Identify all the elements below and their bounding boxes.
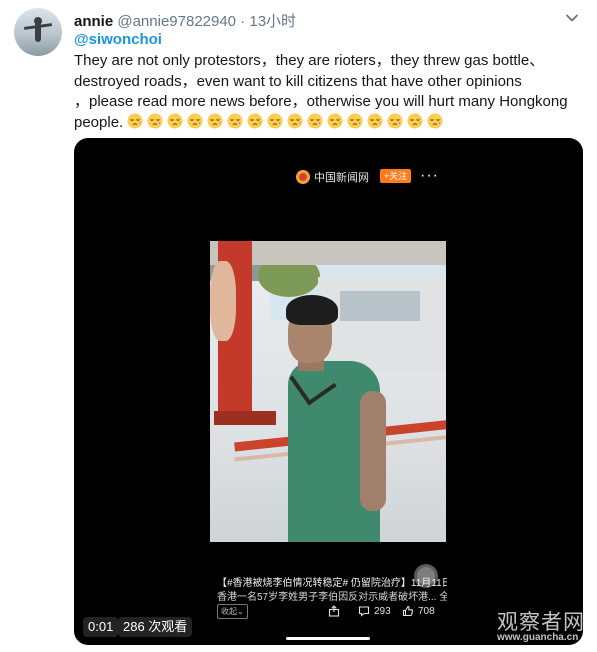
person-hair [286,295,338,325]
comment-count: 293 [374,605,391,617]
reply-mention[interactable]: @siwonchoi [74,31,162,48]
tweet-text-line: ，please read more news before，otherwise … [74,93,568,110]
sleepy-face-emoji [147,113,163,128]
tweet: annie @annie97822940 · 13小时 @siwonchoi T… [0,0,597,652]
video-caption-title: 【#香港被烧李伯情况转稳定# 仍留院治疗】11月11日， [217,578,447,589]
video-time-badge: 0:01 [83,617,119,637]
sleepy-face-emoji [307,113,323,128]
source-name: 中国新闻网 [314,172,369,184]
sleepy-face-emoji [367,113,383,128]
sleepy-face-emoji [287,113,303,128]
comment-action[interactable]: 293 [358,605,391,617]
chevron-down-icon[interactable] [563,9,581,27]
video-frame [210,241,446,542]
timestamp[interactable]: 13小时 [249,13,296,30]
phone-home-indicator [286,637,370,640]
sleepy-face-emoji [327,113,343,128]
watermark-url: www.guancha.cn [497,632,579,643]
like-action[interactable]: 708 [402,605,435,617]
separator: · [240,13,246,30]
share-action[interactable] [328,605,344,617]
sleepy-face-emoji [387,113,403,128]
view-count-badge: 286 次观看 [118,617,193,637]
tweet-text-line: people. [74,113,584,134]
sleepy-face-emoji [347,113,363,128]
sleepy-face-emoji [207,113,223,128]
sleepy-face-emoji [167,113,183,128]
tweet-header: annie @annie97822940 · 13小时 [74,10,296,31]
scene-pillar-base [214,411,276,425]
tweet-text-line: destroyed roads，even want to kill citize… [74,72,522,90]
comment-icon [358,606,370,617]
news-logo-icon [296,170,310,184]
sleepy-face-emoji [227,113,243,128]
video-source: 中国新闻网 [296,169,369,185]
sleepy-face-emoji [187,113,203,128]
share-icon [328,605,340,617]
sleepy-face-emoji [407,113,423,128]
tweet-text-line: They are not only protestors，they are ri… [74,52,545,69]
scene-foreground-blur [210,261,236,341]
video-player[interactable]: 中国新闻网 +关注 ··· 【#香港被烧李伯情况转稳定# 仍留院治疗】11月11… [74,138,583,645]
follow-button[interactable]: +关注 [380,169,412,183]
sleepy-face-emoji [267,113,283,128]
collapse-button[interactable]: 收起⌄ [217,604,248,619]
sleepy-face-emoji [247,113,263,128]
collapse-label: 收起 [221,607,237,616]
like-count: 708 [418,605,435,617]
thumbs-up-icon [402,605,414,617]
user-handle[interactable]: @annie97822940 [117,13,236,30]
video-caption-text[interactable]: 香港一名57岁李姓男子李伯因反对示威者破坏港... 全文 [217,588,447,603]
more-options-icon[interactable]: ··· [420,167,439,185]
avatar[interactable] [14,8,62,56]
avatar-figure-body [35,22,41,42]
sleepy-face-emoji [127,113,143,128]
display-name[interactable]: annie [74,13,113,30]
sleepy-face-emoji [427,113,443,128]
scene-building-windows [340,291,420,321]
person-arm [360,391,386,511]
tweet-text: They are not only protestors，they are ri… [74,51,584,133]
emoji-row [123,113,443,131]
